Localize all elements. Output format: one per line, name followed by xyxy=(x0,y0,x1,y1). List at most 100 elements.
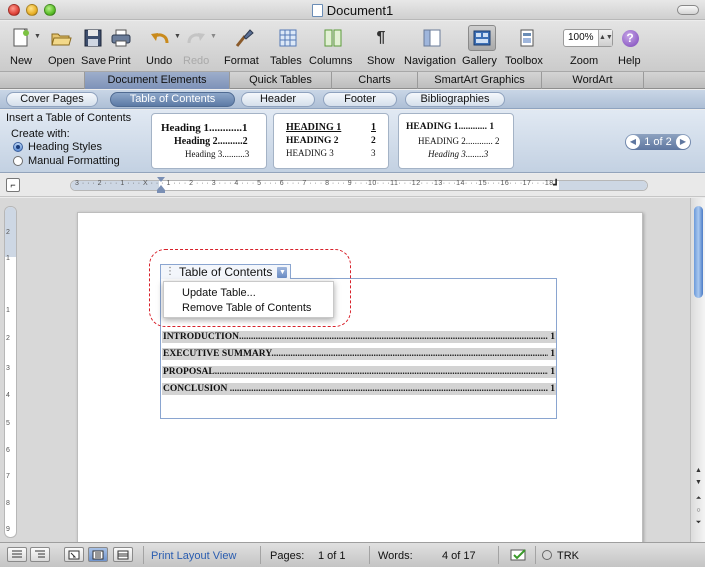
status-separator xyxy=(535,546,536,564)
draft-view-button[interactable] xyxy=(7,547,27,562)
spelling-check-icon[interactable] xyxy=(510,548,530,565)
heading-styles-option[interactable]: Heading Styles xyxy=(13,141,102,153)
gallery-group-bar: Cover Pages Table of Contents Header Foo… xyxy=(0,90,705,109)
new-document-icon xyxy=(10,27,32,49)
navigation-label: Navigation xyxy=(404,55,456,67)
toc-style-thumbnail-1[interactable]: Heading 1............1 Heading 2........… xyxy=(151,113,267,169)
printer-icon xyxy=(110,27,132,49)
outline-view-button[interactable] xyxy=(30,547,50,562)
pager-text: 1 of 2 xyxy=(644,136,672,148)
ruler-ticks: 3 · · · 2 · · · 1 · · · X · · · 1 · · · … xyxy=(75,180,554,187)
redo-dropdown-icon[interactable]: ▼ xyxy=(210,33,217,40)
toc-entry-page: 1 xyxy=(550,332,555,342)
indent-marker-icon[interactable] xyxy=(157,177,165,193)
toc-entry-page: 1 xyxy=(550,384,555,394)
notebook-layout-button[interactable] xyxy=(113,547,133,562)
tab-document-elements[interactable]: Document Elements xyxy=(84,72,229,89)
status-separator xyxy=(498,546,499,564)
toc-entry[interactable]: INTRODUCTION............................… xyxy=(162,331,556,343)
thumb2-heading2: HEADING 2 xyxy=(286,136,339,146)
notebook-layout-icon xyxy=(117,550,129,559)
show-button[interactable]: ¶ Show xyxy=(367,21,395,71)
save-button[interactable]: Save xyxy=(81,21,106,71)
publishing-layout-button[interactable] xyxy=(64,547,84,562)
next-page-icon[interactable]: ⏷ xyxy=(693,518,704,528)
undo-dropdown-icon[interactable]: ▼ xyxy=(174,33,181,40)
tab-selector-icon[interactable]: ⌐ xyxy=(6,178,20,192)
manual-formatting-label: Manual Formatting xyxy=(28,155,120,167)
pilcrow-icon: ¶ xyxy=(376,29,386,46)
zoom-control[interactable]: 100% ▲▼ Zoom xyxy=(562,21,614,71)
vertical-ruler[interactable]: 2 1 1 2 3 4 5 6 7 8 9 xyxy=(4,206,17,538)
track-changes-icon[interactable] xyxy=(542,550,552,560)
status-separator xyxy=(143,546,144,564)
open-button[interactable]: Open xyxy=(48,21,75,71)
previous-page-icon[interactable]: ⏶ xyxy=(693,494,704,504)
scroll-down-icon[interactable]: ▼ xyxy=(693,478,704,488)
gallery-button[interactable]: Gallery xyxy=(462,21,502,71)
scrollbar-thumb[interactable] xyxy=(694,206,703,298)
manual-formatting-radio[interactable] xyxy=(13,156,23,166)
vruler-num: 1 xyxy=(6,307,10,314)
pager-next-icon[interactable]: ▶ xyxy=(676,135,690,149)
status-bar: Print Layout View Pages: 1 of 1 Words: 4… xyxy=(0,542,705,567)
toc-entry[interactable]: PROPOSAL................................… xyxy=(162,366,556,378)
tab-quick-tables[interactable]: Quick Tables xyxy=(229,72,331,89)
toc-style-thumbnail-2[interactable]: HEADING 1 1 HEADING 2 2 HEADING 3 3 xyxy=(273,113,389,169)
document-icon xyxy=(311,4,323,17)
toc-style-thumbnail-3[interactable]: HEADING 1............ 1 HEADING 2.......… xyxy=(398,113,514,169)
gallery-footer[interactable]: Footer xyxy=(323,92,397,107)
toc-entry[interactable]: EXECUTIVE SUMMARY.......................… xyxy=(162,348,556,360)
gallery-table-of-contents[interactable]: Table of Contents xyxy=(110,92,235,107)
redo-label: Redo xyxy=(183,55,210,67)
vruler-num: 4 xyxy=(6,392,10,399)
print-button[interactable]: Print xyxy=(108,21,134,71)
current-view-label: Print Layout View xyxy=(151,550,237,562)
thumb1-heading1: Heading 1............1 xyxy=(161,122,248,134)
undo-button[interactable]: Undo xyxy=(146,21,174,71)
browse-object-icon[interactable]: ○ xyxy=(693,506,704,516)
vertical-scrollbar[interactable]: ▲ ▼ ⏶ ○ ⏷ xyxy=(690,198,705,542)
new-dropdown-icon[interactable]: ▼ xyxy=(34,33,41,40)
toc-entry-text: PROPOSAL................................… xyxy=(163,367,548,377)
scroll-up-icon[interactable]: ▲ xyxy=(693,466,704,476)
tables-button[interactable]: Tables xyxy=(270,21,306,71)
track-changes-label[interactable]: TRK xyxy=(557,550,579,562)
tab-wordart[interactable]: WordArt xyxy=(541,72,644,89)
tab-charts[interactable]: Charts xyxy=(331,72,417,89)
outline-view-icon xyxy=(35,550,45,557)
right-tab-stop-icon[interactable]: ┛ xyxy=(553,180,559,191)
toc-entry[interactable]: CONCLUSION .............................… xyxy=(162,383,556,395)
toolbox-label: Toolbox xyxy=(505,55,543,67)
standard-toolbar: New ▼ Open Save Print Undo ▼ Redo ▼ Form… xyxy=(0,21,705,71)
toolbox-button[interactable]: Toolbox xyxy=(505,21,549,71)
redo-button[interactable]: Redo xyxy=(183,21,209,71)
help-button[interactable]: ? Help xyxy=(618,21,642,71)
gallery-header[interactable]: Header xyxy=(241,92,315,107)
vruler-num: 9 xyxy=(6,526,10,533)
heading-styles-radio[interactable] xyxy=(13,142,23,152)
columns-label: Columns xyxy=(309,55,353,67)
zoom-select[interactable]: 100% ▲▼ xyxy=(563,29,613,47)
redo-arrow-icon xyxy=(185,27,207,49)
new-button[interactable]: New xyxy=(10,21,32,71)
open-label: Open xyxy=(48,55,75,67)
gallery-cover-pages[interactable]: Cover Pages xyxy=(6,92,98,107)
columns-button[interactable]: Columns xyxy=(309,21,357,71)
tab-smartart-graphics[interactable]: SmartArt Graphics xyxy=(417,72,541,89)
save-disk-icon xyxy=(82,27,104,49)
pager-prev-icon[interactable]: ◀ xyxy=(626,135,640,149)
zoom-label: Zoom xyxy=(570,55,599,67)
vruler-num: 8 xyxy=(6,500,10,507)
print-layout-button[interactable] xyxy=(88,547,108,562)
format-button[interactable]: Format xyxy=(224,21,264,71)
window-title-wrap: Document1 xyxy=(0,3,705,18)
toolbar-toggle-button[interactable] xyxy=(677,5,699,15)
columns-icon xyxy=(322,27,344,49)
thumb3-heading3: Heading 3........3 xyxy=(428,149,489,159)
toc-entry-page: 1 xyxy=(550,349,555,359)
manual-formatting-option[interactable]: Manual Formatting xyxy=(13,155,120,167)
gallery-bibliographies[interactable]: Bibliographies xyxy=(405,92,505,107)
toc-gallery-pane: Insert a Table of Contents Create with: … xyxy=(0,110,705,173)
navigation-button[interactable]: Navigation xyxy=(404,21,460,71)
